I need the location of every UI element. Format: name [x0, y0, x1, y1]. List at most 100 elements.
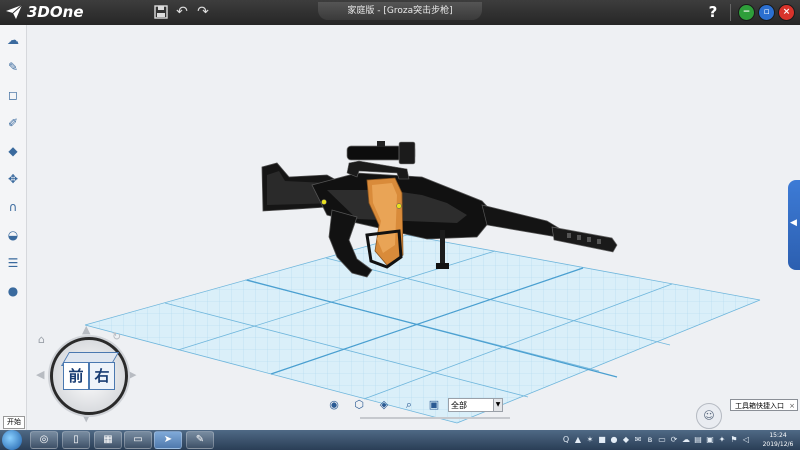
redo-icon: ↷ [197, 4, 209, 20]
clock-time: 15:24 [769, 432, 787, 439]
tray-shield-icon[interactable]: ◆ [622, 435, 630, 445]
tray-bluetooth-icon[interactable]: ʙ [646, 435, 654, 445]
view-style-button[interactable]: ◈ [377, 398, 391, 412]
paint-icon: ✎ [195, 434, 205, 445]
filter-select[interactable]: 全部 ▼ [448, 398, 503, 412]
taskbar-folder[interactable]: ▭ [124, 431, 152, 449]
sidebar-item-layer[interactable]: ☰ [4, 254, 22, 272]
tray-app-icon[interactable]: ■ [598, 435, 606, 445]
tray-flag-icon[interactable]: ⚑ [730, 435, 738, 445]
close-button[interactable]: × [778, 4, 795, 21]
chevron-down-icon[interactable]: ▼ [493, 399, 502, 411]
tray-chip-icon[interactable]: ▣ [706, 435, 714, 445]
view-cube[interactable]: 前 右 [50, 337, 128, 415]
chrome-icon: ◎ [39, 434, 49, 445]
solid-tool-icon: ◆ [8, 144, 18, 158]
redo-button[interactable]: ↷ [194, 3, 212, 21]
render-icon: ▣ [428, 398, 440, 411]
tray-search-icon[interactable]: Q [562, 435, 570, 445]
sidebar-item-edit[interactable]: ✐ [4, 114, 22, 132]
restore-icon: ▫ [763, 7, 770, 17]
taskbar-document[interactable]: ▯ [62, 431, 90, 449]
sidebar-item-pen[interactable]: ✎ [4, 58, 22, 76]
edit-tool-icon: ✐ [7, 116, 19, 130]
view-toolbar-underline [360, 417, 510, 419]
view-home-button[interactable]: ⬡ [352, 398, 366, 412]
tray-disk-icon[interactable]: ▤ [694, 435, 702, 445]
windows-start-button[interactable] [2, 430, 22, 450]
zoom-icon: ⌕ [405, 398, 413, 411]
3d-viewport[interactable] [27, 25, 800, 430]
assistant-button[interactable]: ☺ [696, 403, 722, 429]
taskbar-clock[interactable]: 15:24 2019/12/6 [758, 430, 798, 450]
taskbar-calculator[interactable]: ▦ [94, 431, 122, 449]
home-view-icon[interactable]: ⌂ [38, 333, 45, 346]
tray-green-icon[interactable]: ● [610, 435, 618, 445]
layer-tool-icon: ☰ [7, 256, 19, 270]
render-button[interactable]: ▣ [427, 398, 441, 412]
taskbar-paint[interactable]: ✎ [186, 431, 214, 449]
titlebar-divider [730, 4, 731, 21]
sidebar-item-frame[interactable]: ◻ [4, 86, 22, 104]
robot-icon: ☺ [703, 409, 715, 422]
rotate-left-icon[interactable]: ◀ [36, 368, 44, 381]
view-style-icon: ◈ [379, 398, 389, 411]
tray-cloud-icon[interactable]: ☁ [682, 435, 690, 445]
tray-volume-icon[interactable]: ◁ [742, 435, 750, 445]
right-panel-toggle[interactable]: ◀ [788, 180, 800, 270]
tray-chat-icon[interactable]: ✉ [634, 435, 642, 445]
document-icon: ▯ [73, 434, 79, 445]
zoom-button[interactable]: ⌕ [402, 398, 416, 412]
combine-tool-icon: ◒ [7, 228, 19, 242]
view-eye-button[interactable]: ◉ [327, 398, 341, 412]
paper-plane-logo-icon [6, 4, 23, 19]
os-taskbar: ◎ ▯ ▦ ▭ ➤ ✎ Q ▲ ✶ ■ ● ◆ ✉ ʙ ▭ ⟳ ☁ ▤ ▣ ✦ … [0, 430, 800, 450]
view-eye-icon: ◉ [329, 398, 339, 411]
title-bar: 3DOne ↶ ↷ 家庭版 - [Groza突击步枪] ? − ▫ × [0, 0, 800, 25]
restore-button[interactable]: ▫ [758, 4, 775, 21]
undo-button[interactable]: ↶ [173, 3, 191, 21]
transform-tool-icon: ✥ [7, 172, 19, 186]
3done-app-icon: ➤ [163, 434, 173, 445]
start-label[interactable]: 开始 [3, 416, 25, 429]
minimize-button[interactable]: − [738, 4, 755, 21]
tray-update-icon[interactable]: ⟳ [670, 435, 678, 445]
rotate-up-icon[interactable]: ▲ [82, 323, 90, 336]
taskbar-3done[interactable]: ➤ [154, 431, 182, 449]
rotate-right-icon[interactable]: ▶ [128, 368, 136, 381]
sidebar-item-solid[interactable]: ◆ [4, 142, 22, 160]
close-icon: × [782, 7, 791, 17]
help-button[interactable]: ? [704, 2, 722, 22]
sidebar-item-transform[interactable]: ✥ [4, 170, 22, 188]
app-logo: 3DOne [4, 2, 84, 22]
sidebar-item-magnet[interactable]: ∩ [4, 198, 22, 216]
tool-sidebar: ☁ ✎ ◻ ✐ ◆ ✥ ∩ ◒ ☰ ● [0, 25, 27, 430]
tray-network-icon[interactable]: ▲ [574, 435, 582, 445]
expand-left-icon: ◀ [790, 218, 797, 228]
tray-monitor-icon[interactable]: ▭ [658, 435, 666, 445]
calculator-icon: ▦ [103, 434, 113, 445]
save-button[interactable] [152, 3, 170, 21]
cube-right-face[interactable]: 右 [89, 362, 115, 390]
tray-settings-icon[interactable]: ✶ [586, 435, 594, 445]
sidebar-item-material[interactable]: ● [4, 282, 22, 300]
sidebar-item-combine[interactable]: ◒ [4, 226, 22, 244]
document-title: 家庭版 - [Groza突击步枪] [318, 2, 482, 20]
taskbar-chrome[interactable]: ◎ [30, 431, 58, 449]
scene-canvas[interactable] [27, 25, 800, 430]
save-icon [154, 5, 168, 19]
clock-date: 2019/12/6 [762, 441, 794, 448]
tooltip-text: 工具箱快捷入口 [735, 402, 784, 410]
pen-tool-icon: ✎ [7, 60, 19, 74]
cube-front-face[interactable]: 前 [63, 362, 89, 390]
view-home-icon: ⬡ [354, 398, 364, 411]
sidebar-item-sketch[interactable]: ☁ [4, 31, 22, 49]
tooltip-close-icon[interactable]: × [789, 400, 795, 412]
folder-icon: ▭ [133, 434, 143, 445]
ground-grid [84, 234, 761, 424]
magnet-tool-icon: ∩ [8, 200, 18, 214]
material-tool-icon: ● [7, 284, 19, 298]
filter-value: 全部 [451, 401, 467, 410]
roll-icon[interactable]: ↻ [112, 330, 121, 343]
tray-star-icon[interactable]: ✦ [718, 435, 726, 445]
